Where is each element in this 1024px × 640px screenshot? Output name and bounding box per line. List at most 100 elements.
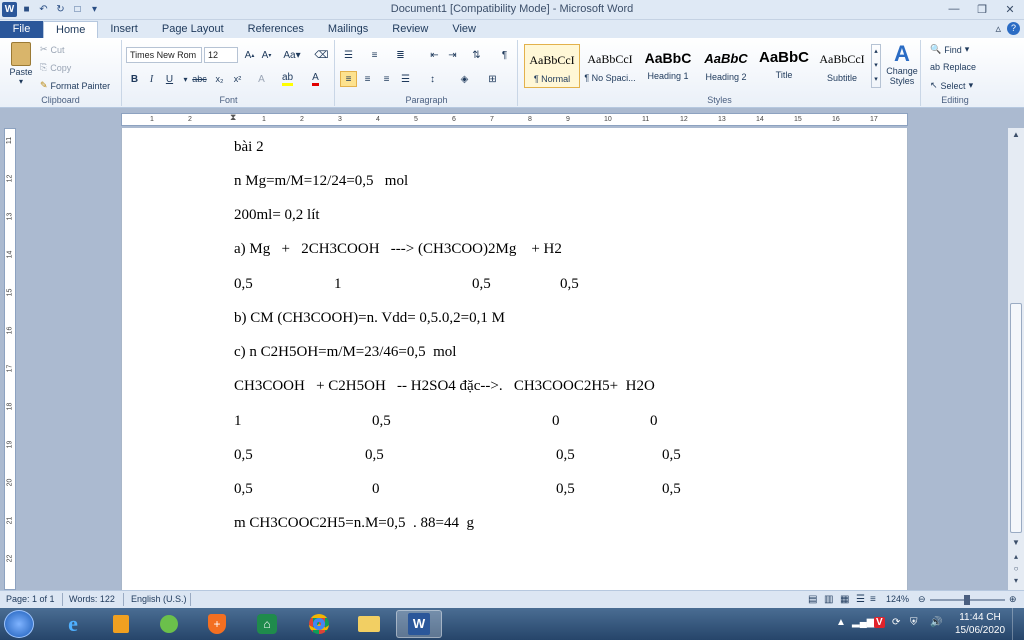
green-app-icon[interactable] (146, 610, 192, 638)
text-effects-icon[interactable]: A (253, 71, 270, 87)
shield-icon[interactable]: + (194, 610, 240, 638)
cut-button[interactable]: ✂ Cut (40, 44, 65, 55)
tab-home[interactable]: Home (43, 21, 99, 38)
find-button[interactable]: 🔍 Find ▾ (930, 44, 969, 55)
security-icon[interactable]: ⛨ (910, 617, 918, 628)
tab-insert[interactable]: Insert (98, 21, 150, 38)
indent-marker-icon[interactable]: ⧗ (230, 112, 236, 123)
align-center-icon[interactable]: ≡ (359, 71, 376, 87)
style-heading-1[interactable]: AaBbC Heading 1 (640, 44, 696, 88)
vertical-ruler[interactable]: 11 12 13 14 15 16 17 18 19 20 21 22 (4, 128, 16, 590)
italic-icon[interactable]: I (143, 71, 160, 87)
underline-icon[interactable]: U (161, 71, 178, 87)
bold-icon[interactable]: B (126, 71, 143, 87)
style-no-spacing[interactable]: AaBbCcI ¶ No Spaci... (582, 44, 638, 88)
style-heading-2[interactable]: AaBbC Heading 2 (698, 44, 754, 88)
full-screen-reading-icon[interactable]: ▥ (824, 594, 833, 605)
minimize-ribbon-icon[interactable]: ▵ (995, 22, 1001, 35)
system-clock[interactable]: 11:44 CH 15/06/2020 (955, 611, 1005, 637)
clear-formatting-icon[interactable]: ⌫ (313, 47, 330, 63)
select-button[interactable]: ↖ Select ▾ (930, 80, 973, 91)
print-layout-icon[interactable]: ▤ (808, 594, 817, 605)
show-hidden-icons-icon[interactable]: ▲ (836, 617, 846, 628)
minimize-button[interactable]: — (940, 0, 968, 18)
vertical-scrollbar[interactable]: ▲ ▼ ▴ ○ ▾ (1008, 128, 1024, 590)
restore-button[interactable]: ❐ (968, 0, 996, 18)
align-right-icon[interactable]: ≡ (378, 71, 395, 87)
previous-page-icon[interactable]: ▴ (1008, 552, 1024, 561)
tab-view[interactable]: View (440, 21, 488, 38)
line-spacing-icon[interactable]: ↕ (424, 71, 441, 87)
multilevel-list-icon[interactable]: ≣ (392, 47, 409, 63)
styles-scroll[interactable]: ▴ ▾ ▾ (871, 44, 881, 88)
zoom-slider[interactable] (930, 595, 1005, 605)
media-player-icon[interactable] (98, 610, 144, 638)
change-styles-button[interactable]: A Change Styles (883, 42, 921, 87)
volume-icon[interactable]: 🔊 (930, 617, 942, 628)
tab-page-layout[interactable]: Page Layout (150, 21, 236, 38)
network-icon[interactable]: ▂▄▆ (852, 617, 874, 628)
bullets-icon[interactable]: ☰ (340, 47, 357, 63)
decrease-indent-icon[interactable]: ⇤ (426, 47, 443, 63)
shrink-font-icon[interactable]: A ▾ (258, 47, 275, 63)
style-subtitle[interactable]: AaBbCcI Subtitle (814, 44, 870, 88)
tab-review[interactable]: Review (380, 21, 440, 38)
font-size-select[interactable]: 12 (204, 47, 238, 63)
style-title[interactable]: AaBbC Title (756, 44, 812, 88)
start-button[interactable] (4, 610, 34, 638)
font-name-select[interactable]: Times New Rom (126, 47, 202, 63)
ruler-tick: 15 (794, 116, 802, 123)
scroll-down-icon[interactable]: ▼ (1008, 538, 1024, 547)
superscript-icon[interactable]: x² (229, 71, 246, 87)
borders-icon[interactable]: ⊞ (484, 71, 501, 87)
chrome-icon[interactable] (296, 610, 342, 638)
replace-button[interactable]: ab Replace (930, 62, 976, 72)
paste-button[interactable]: Paste ▾ (6, 42, 36, 86)
sort-icon[interactable]: ⇅ (468, 47, 485, 63)
shading-icon[interactable]: ◈ (456, 71, 473, 87)
draft-icon[interactable]: ≡ (870, 594, 876, 605)
tab-mailings[interactable]: Mailings (316, 21, 380, 38)
sync-icon[interactable]: ⟳ (892, 617, 900, 628)
browse-object-icon[interactable]: ○ (1008, 564, 1024, 573)
show-desktop-button[interactable] (1012, 608, 1024, 640)
scroll-thumb[interactable] (1010, 303, 1022, 533)
style-no-spacing-preview: AaBbCcI (587, 52, 633, 66)
web-layout-icon[interactable]: ▦ (840, 594, 849, 605)
antivirus-icon[interactable]: V (874, 617, 885, 628)
zoom-slider-knob[interactable] (964, 595, 970, 605)
close-button[interactable]: ✕ (996, 0, 1024, 18)
increase-indent-icon[interactable]: ⇥ (444, 47, 461, 63)
style-normal[interactable]: AaBbCcI ¶ Normal (524, 44, 580, 88)
next-page-icon[interactable]: ▾ (1008, 576, 1024, 585)
highlight-icon[interactable]: ab (279, 71, 296, 87)
internet-explorer-icon[interactable]: e (50, 610, 96, 638)
grow-font-icon[interactable]: A ▴ (241, 47, 258, 63)
strikethrough-icon[interactable]: abc (191, 71, 208, 87)
zoom-in-icon[interactable]: ⊕ (1009, 594, 1017, 605)
home-app-icon[interactable]: ⌂ (244, 610, 290, 638)
change-case-icon[interactable]: Aa▾ (281, 47, 303, 63)
help-icon[interactable]: ? (1007, 22, 1020, 35)
zoom-out-icon[interactable]: ⊖ (918, 594, 926, 605)
font-color-icon[interactable]: A (307, 71, 324, 87)
justify-icon[interactable]: ☰ (397, 71, 414, 87)
horizontal-ruler[interactable]: 1 2 1 2 3 4 5 6 7 8 9 10 11 12 13 14 15 … (121, 112, 908, 126)
show-hide-icon[interactable]: ¶ (496, 47, 513, 63)
numbering-icon[interactable]: ≡ (366, 47, 383, 63)
word-count[interactable]: Words: 122 (69, 594, 115, 604)
subscript-icon[interactable]: x₂ (211, 71, 228, 87)
scroll-up-icon[interactable]: ▲ (1008, 130, 1024, 139)
align-left-icon[interactable]: ≡ (340, 71, 357, 87)
page-count[interactable]: Page: 1 of 1 (6, 594, 55, 604)
tab-references[interactable]: References (236, 21, 316, 38)
copy-button[interactable]: ⎘ Copy (40, 62, 71, 73)
zoom-level[interactable]: 124% (886, 594, 909, 604)
document-page[interactable]: bài 2 n Mg=m/M=12/24=0,5 mol 200ml= 0,2 … (121, 128, 908, 590)
outline-icon[interactable]: ☰ (856, 594, 865, 605)
file-explorer-icon[interactable] (346, 610, 392, 638)
format-painter-button[interactable]: ✎ Format Painter (40, 80, 110, 91)
word-taskbar-icon[interactable]: W (396, 610, 442, 638)
language[interactable]: English (U.S.) (131, 594, 187, 604)
tab-file[interactable]: File (0, 21, 43, 38)
